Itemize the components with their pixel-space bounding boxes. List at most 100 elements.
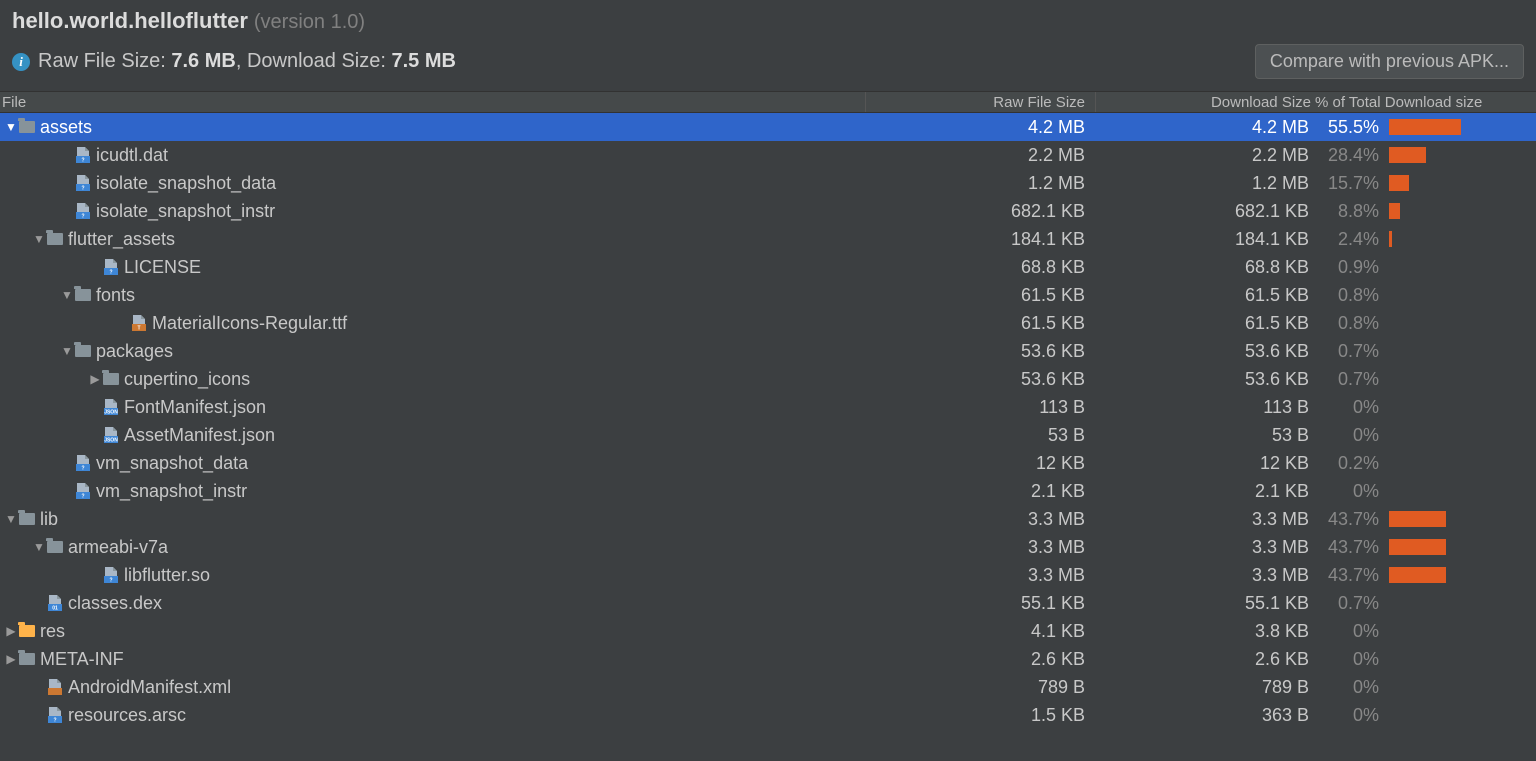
download-size: 1.2 MB (1095, 173, 1315, 194)
expand-arrow-down-icon[interactable]: ▼ (32, 540, 46, 554)
percent: 55.5% (1315, 117, 1385, 138)
tree-row[interactable]: ?icudtl.dat2.2 MB2.2 MB28.4% (0, 141, 1536, 169)
size-summary: i Raw File Size: 7.6 MB, Download Size: … (12, 50, 456, 73)
expand-arrow-down-icon[interactable]: ▼ (4, 512, 18, 526)
percent: 15.7% (1315, 173, 1385, 194)
tree-row[interactable]: ▼lib3.3 MB3.3 MB43.7% (0, 505, 1536, 533)
raw-size: 184.1 KB (865, 229, 1095, 250)
tree-row[interactable]: ▼flutter_assets184.1 KB184.1 KB2.4% (0, 225, 1536, 253)
raw-size-value: 7.6 MB (171, 50, 235, 72)
dl-size-value: 7.5 MB (391, 50, 455, 72)
file-name: isolate_snapshot_instr (96, 201, 275, 222)
percent: 43.7% (1315, 509, 1385, 530)
download-size: 789 B (1095, 677, 1315, 698)
folder-icon (18, 623, 36, 639)
percent-bar (1389, 567, 1446, 583)
raw-size: 1.2 MB (865, 173, 1095, 194)
percent-bar-cell (1385, 511, 1536, 527)
expand-arrow-down-icon[interactable]: ▼ (32, 232, 46, 246)
file-name: resources.arsc (68, 705, 186, 726)
expand-arrow-right-icon[interactable]: ▶ (4, 652, 18, 666)
tree-row[interactable]: TMaterialIcons-Regular.ttf61.5 KB61.5 KB… (0, 309, 1536, 337)
expand-arrow-right-icon[interactable]: ▶ (88, 372, 102, 386)
file-icon: ? (74, 455, 92, 471)
col-header-pct[interactable]: % of Total Download size (1315, 92, 1536, 112)
tree-row[interactable]: ?LICENSE68.8 KB68.8 KB0.9% (0, 253, 1536, 281)
file-name: armeabi-v7a (68, 537, 168, 558)
file-icon: ? (74, 147, 92, 163)
tree-row[interactable]: JSONFontManifest.json113 B113 B0% (0, 393, 1536, 421)
tree-row[interactable]: ?resources.arsc1.5 KB363 B0% (0, 701, 1536, 729)
percent: 0.2% (1315, 453, 1385, 474)
download-size: 363 B (1095, 705, 1315, 726)
tree-row[interactable]: ?vm_snapshot_data12 KB12 KB0.2% (0, 449, 1536, 477)
tree-row[interactable]: 01classes.dex55.1 KB55.1 KB0.7% (0, 589, 1536, 617)
tree-row[interactable]: ?vm_snapshot_instr2.1 KB2.1 KB0% (0, 477, 1536, 505)
expand-arrow-down-icon[interactable]: ▼ (60, 344, 74, 358)
raw-size: 68.8 KB (865, 257, 1095, 278)
svg-text:?: ? (53, 718, 56, 724)
download-size: 12 KB (1095, 453, 1315, 474)
file-name: vm_snapshot_instr (96, 481, 247, 502)
file-name: AndroidManifest.xml (68, 677, 231, 698)
tree-row[interactable]: JSONAssetManifest.json53 B53 B0% (0, 421, 1536, 449)
raw-size: 1.5 KB (865, 705, 1095, 726)
file-name: FontManifest.json (124, 397, 266, 418)
compare-apk-button[interactable]: Compare with previous APK... (1255, 44, 1524, 79)
font-file-icon: T (130, 315, 148, 331)
tree-row[interactable]: ▼fonts61.5 KB61.5 KB0.8% (0, 281, 1536, 309)
expand-arrow-down-icon[interactable]: ▼ (4, 120, 18, 134)
tree-row[interactable]: AndroidManifest.xml789 B789 B0% (0, 673, 1536, 701)
download-size: 53.6 KB (1095, 341, 1315, 362)
percent: 0% (1315, 425, 1385, 446)
expand-arrow-right-icon[interactable]: ▶ (4, 624, 18, 638)
tree-row[interactable]: ▶META-INF2.6 KB2.6 KB0% (0, 645, 1536, 673)
col-header-dl[interactable]: Download Size (1095, 92, 1315, 112)
raw-size: 113 B (865, 397, 1095, 418)
tree-row[interactable]: ▶res4.1 KB3.8 KB0% (0, 617, 1536, 645)
file-icon: ? (102, 567, 120, 583)
col-header-raw[interactable]: Raw File Size (865, 92, 1095, 112)
svg-text:?: ? (81, 466, 84, 472)
percent: 43.7% (1315, 537, 1385, 558)
percent: 0.9% (1315, 257, 1385, 278)
tree-row[interactable]: ▼assets4.2 MB4.2 MB55.5% (0, 113, 1536, 141)
download-size: 68.8 KB (1095, 257, 1315, 278)
percent: 0.8% (1315, 285, 1385, 306)
raw-size: 682.1 KB (865, 201, 1095, 222)
percent-bar (1389, 203, 1400, 219)
file-icon: ? (74, 175, 92, 191)
tree-row[interactable]: ▼packages53.6 KB53.6 KB0.7% (0, 337, 1536, 365)
info-icon: i (12, 53, 30, 71)
tree-row[interactable]: ?libflutter.so3.3 MB3.3 MB43.7% (0, 561, 1536, 589)
download-size: 53.6 KB (1095, 369, 1315, 390)
expand-arrow-down-icon[interactable]: ▼ (60, 288, 74, 302)
tree-row[interactable]: ▶cupertino_icons53.6 KB53.6 KB0.7% (0, 365, 1536, 393)
raw-size: 4.1 KB (865, 621, 1095, 642)
percent-bar-cell (1385, 231, 1536, 247)
svg-text:?: ? (81, 494, 84, 500)
version-label: (version 1.0) (254, 11, 365, 34)
raw-size: 3.3 MB (865, 537, 1095, 558)
col-header-file[interactable]: File (0, 94, 865, 111)
tree-row[interactable]: ▼armeabi-v7a3.3 MB3.3 MB43.7% (0, 533, 1536, 561)
svg-text:?: ? (81, 186, 84, 192)
percent-bar (1389, 511, 1446, 527)
file-name: lib (40, 509, 58, 530)
file-name: icudtl.dat (96, 145, 168, 166)
download-size: 4.2 MB (1095, 117, 1315, 138)
percent-bar-cell (1385, 175, 1536, 191)
file-tree[interactable]: ▼assets4.2 MB4.2 MB55.5%?icudtl.dat2.2 M… (0, 113, 1536, 729)
dex-file-icon: 01 (46, 595, 64, 611)
percent-bar-cell (1385, 119, 1536, 135)
tree-row[interactable]: ?isolate_snapshot_instr682.1 KB682.1 KB8… (0, 197, 1536, 225)
file-icon: ? (74, 483, 92, 499)
percent-bar (1389, 539, 1446, 555)
file-name: classes.dex (68, 593, 162, 614)
tree-row[interactable]: ?isolate_snapshot_data1.2 MB1.2 MB15.7% (0, 169, 1536, 197)
folder-icon (74, 287, 92, 303)
svg-text:T: T (137, 326, 140, 332)
raw-size: 12 KB (865, 453, 1095, 474)
file-name: cupertino_icons (124, 369, 250, 390)
folder-icon (18, 511, 36, 527)
